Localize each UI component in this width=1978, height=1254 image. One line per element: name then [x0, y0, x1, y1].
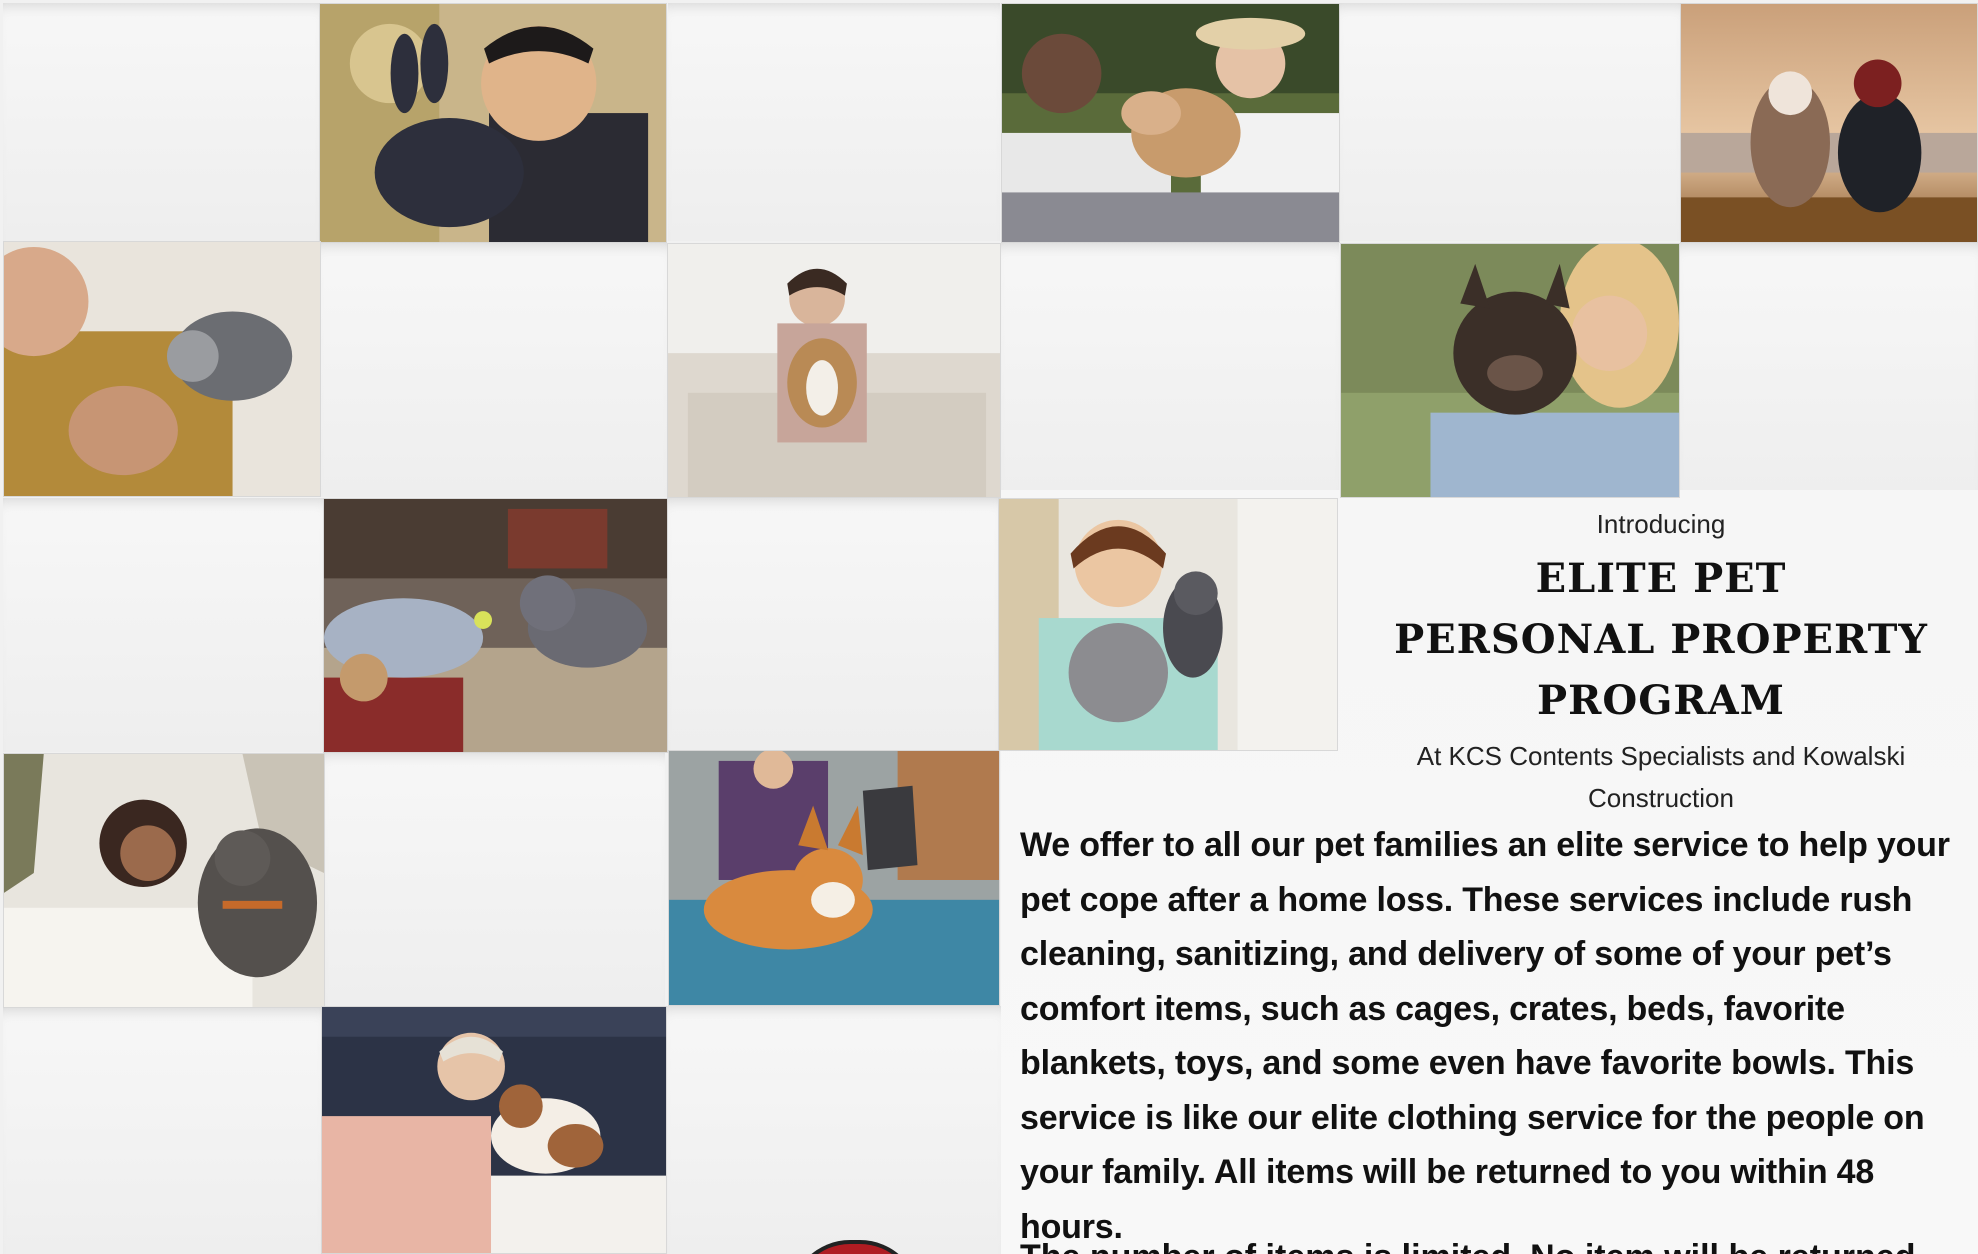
blank-tile [1680, 243, 1978, 497]
photo-woman-with-pitbull [3, 753, 325, 1008]
items-limit-note: The number of items is limited. No item … [1020, 1230, 1978, 1254]
blank-tile [1340, 3, 1680, 241]
blank-tile [668, 498, 998, 750]
photo-woman-dog-sunset [1680, 3, 1978, 243]
photo-woman-beagle-sofa [667, 243, 1001, 498]
blank-tile [325, 752, 665, 1006]
subtitle-line: Construction [1588, 783, 1734, 813]
photo-man-with-parrot [3, 241, 321, 497]
photo-woman-hugging-french-bulldog [1340, 243, 1680, 498]
photo-woman-kissing-small-dog [321, 1006, 667, 1254]
title-line: PROGRAM [1537, 677, 1785, 724]
flyer-page: Introducing ELITE PET PERSONAL PROPERTY … [0, 0, 1978, 1254]
blank-tile [668, 3, 1000, 241]
intro-label: Introducing [1596, 509, 1726, 539]
blank-tile [3, 498, 323, 752]
service-description: We offer to all our pet families an elit… [1020, 826, 1950, 1246]
blank-tile [1001, 243, 1339, 497]
photo-corgi-on-couch [668, 750, 1000, 1006]
title-line: PERSONAL PROPERTY [1394, 616, 1928, 663]
program-title: ELITE PET PERSONAL PROPERTY PROGRAM [1336, 548, 1978, 731]
blank-tile [3, 1008, 321, 1254]
blank-tile [320, 243, 667, 497]
blank-tile [667, 1006, 1001, 1254]
title-line: ELITE PET [1535, 555, 1787, 602]
photo-boy-with-rabbit [319, 3, 667, 243]
blank-tile [3, 3, 319, 241]
photo-boy-with-kittens [998, 498, 1338, 751]
photo-couple-with-dog [1001, 3, 1340, 243]
photo-woman-bulldog-floor [323, 498, 668, 753]
company-subtitle: At KCS Contents Specialists and Kowalski… [1336, 735, 1978, 819]
subtitle-line: At KCS Contents Specialists and Kowalski [1416, 741, 1906, 771]
